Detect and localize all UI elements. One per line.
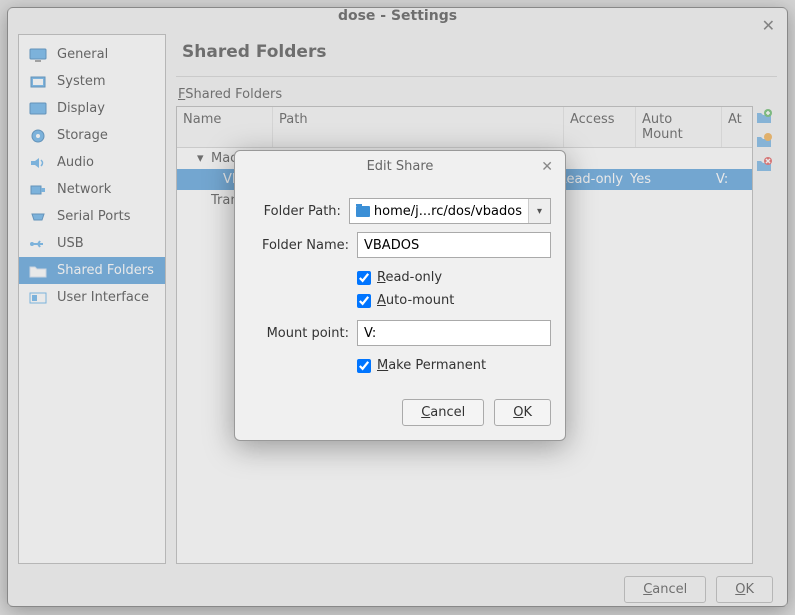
modal-footer: Cancel OK (235, 381, 565, 440)
modal-titlebar: Edit Share ✕ (235, 151, 565, 182)
folder-icon (356, 206, 370, 217)
folder-path-value: home/j...rc/dos/vbados (374, 204, 522, 219)
modal-cancel-button[interactable]: Cancel (402, 399, 484, 426)
folder-name-label: Folder Name: (249, 238, 349, 253)
modal-body: Folder Path: home/j...rc/dos/vbados ▾ Fo… (235, 182, 565, 381)
folder-name-input[interactable] (357, 232, 551, 258)
modal-title-text: Edit Share (367, 159, 434, 174)
modal-close-icon[interactable]: ✕ (541, 159, 553, 175)
settings-window: dose - Settings ✕ General System Display… (7, 7, 788, 607)
edit-share-modal: Edit Share ✕ Folder Path: home/j...rc/do… (234, 150, 566, 441)
chevron-down-icon[interactable]: ▾ (528, 199, 550, 223)
auto-mount-checkbox[interactable]: Auto-mount (357, 289, 551, 312)
read-only-input[interactable] (357, 271, 371, 285)
mount-point-input[interactable] (357, 320, 551, 346)
folder-path-dropdown[interactable]: home/j...rc/dos/vbados ▾ (349, 198, 551, 224)
make-permanent-checkbox[interactable]: Make Permanent (357, 354, 551, 377)
make-permanent-input[interactable] (357, 359, 371, 373)
mount-point-label: Mount point: (249, 326, 349, 341)
auto-mount-input[interactable] (357, 294, 371, 308)
folder-path-label: Folder Path: (249, 204, 341, 219)
modal-ok-button[interactable]: OK (494, 399, 551, 426)
read-only-checkbox[interactable]: Read-only (357, 266, 551, 289)
